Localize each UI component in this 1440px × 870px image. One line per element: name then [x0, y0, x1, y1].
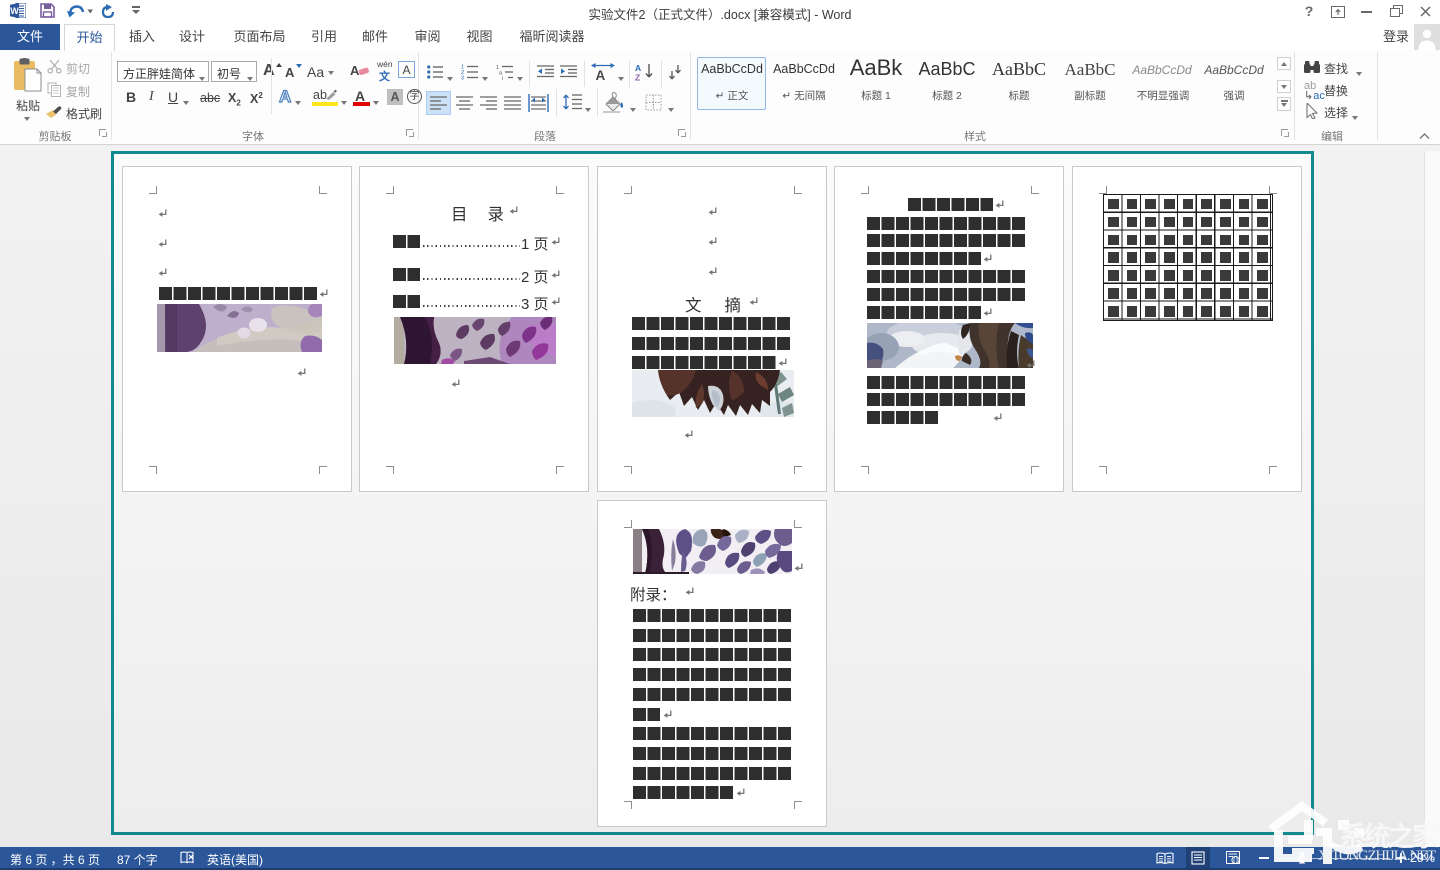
svg-text:A: A [596, 68, 606, 81]
svg-text:A: A [635, 63, 641, 73]
svg-text:Z: Z [635, 73, 640, 82]
svg-text:3: 3 [461, 76, 464, 81]
svg-text:i: i [502, 76, 503, 80]
